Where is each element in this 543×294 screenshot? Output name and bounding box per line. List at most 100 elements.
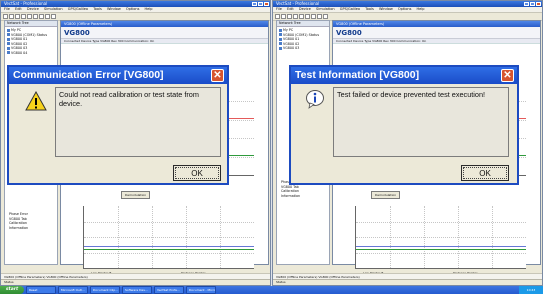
device-icon xyxy=(279,37,282,41)
dialog-message: Could not read calibration or test state… xyxy=(55,87,221,157)
menu-simulation[interactable]: Simulation xyxy=(44,7,63,11)
taskbar-item[interactable]: Microsoft Outl... xyxy=(58,286,88,294)
left-app-titlebar[interactable]: VectSat - Professional xyxy=(1,1,270,7)
lower-tree: Phase Error VG800 Tab Calibration Inform… xyxy=(7,211,30,231)
dialog-title[interactable]: Communication Error [VG800] ✕ xyxy=(9,67,227,84)
right-window-controls xyxy=(524,2,541,6)
new-icon[interactable] xyxy=(275,14,280,19)
menu-help[interactable]: Help xyxy=(417,7,425,11)
save-icon[interactable] xyxy=(287,14,292,19)
network-tree: My PC VG800 (COM1) Status VG800 01 VG800… xyxy=(5,27,57,56)
menu-options[interactable]: Options xyxy=(398,7,412,11)
device-icon xyxy=(7,42,10,45)
menu-options[interactable]: Options xyxy=(126,7,140,11)
minimize-icon[interactable] xyxy=(524,2,529,6)
status-bar: Status xyxy=(1,279,270,285)
close-icon[interactable] xyxy=(264,2,269,6)
save-icon[interactable] xyxy=(15,14,20,19)
maximize-icon[interactable] xyxy=(530,2,535,6)
close-icon[interactable]: ✕ xyxy=(211,69,224,82)
menu-window[interactable]: Window xyxy=(107,7,121,11)
paste-icon[interactable] xyxy=(311,14,316,19)
print-icon[interactable] xyxy=(21,14,26,19)
cut-icon[interactable] xyxy=(27,14,32,19)
close-icon[interactable]: ✕ xyxy=(501,69,514,82)
menu-device[interactable]: Device xyxy=(27,7,39,11)
test-information-dialog: Test Information [VG800] ✕ Test failed o… xyxy=(289,65,519,185)
device-bar: VG800 xyxy=(61,27,268,39)
device-bar: VG800 xyxy=(333,27,540,39)
menu-gps[interactable]: GPS/Galileo xyxy=(68,7,88,11)
cut-icon[interactable] xyxy=(299,14,304,19)
ok-button[interactable]: OK xyxy=(173,165,221,181)
connect-icon[interactable] xyxy=(45,14,50,19)
paste-icon[interactable] xyxy=(39,14,44,19)
new-icon[interactable] xyxy=(3,14,8,19)
system-tray-clock[interactable]: 10:43 xyxy=(519,286,543,294)
taskbar-item[interactable]: Software Dev... xyxy=(122,286,152,294)
info-icon xyxy=(305,89,325,110)
device-icon xyxy=(7,37,10,41)
device-name: VG800 xyxy=(64,28,90,37)
taskbar-item[interactable]: VectSat Profe... xyxy=(154,286,184,294)
demodulation-button[interactable]: Demodulation xyxy=(121,191,151,199)
tree-node[interactable]: Information xyxy=(9,226,28,231)
chart-green-line xyxy=(84,249,254,251)
lower-chart xyxy=(83,206,254,269)
device-icon xyxy=(279,46,282,50)
tree-node[interactable]: VG800 03 xyxy=(279,46,327,51)
lower-chart xyxy=(355,206,526,269)
device-icon xyxy=(279,33,282,36)
status-bar: Status xyxy=(273,279,542,285)
menu-edit[interactable]: Edit xyxy=(15,7,22,11)
computer-icon xyxy=(7,28,10,32)
ok-button[interactable]: OK xyxy=(461,165,509,181)
menu-file[interactable]: File xyxy=(4,7,10,11)
connection-status: Connected Device Type VG800 Rev 300 Comm… xyxy=(61,39,268,44)
dialog-title[interactable]: Test Information [VG800] ✕ xyxy=(291,67,517,84)
tree-node[interactable]: Information xyxy=(281,194,300,199)
menu-file[interactable]: File xyxy=(276,7,282,11)
device-icon xyxy=(7,51,10,54)
maximize-icon[interactable] xyxy=(258,2,263,6)
device-icon xyxy=(7,46,10,50)
menu-tools[interactable]: Tools xyxy=(93,7,102,11)
help-icon[interactable] xyxy=(51,14,56,19)
menu-device[interactable]: Device xyxy=(299,7,311,11)
tree-node[interactable]: Calibration xyxy=(9,221,28,226)
menu-help[interactable]: Help xyxy=(145,7,153,11)
left-app-window: VectSat - Professional File Edit Device … xyxy=(0,0,271,286)
menu-edit[interactable]: Edit xyxy=(287,7,294,11)
open-icon[interactable] xyxy=(281,14,286,19)
menu-simulation[interactable]: Simulation xyxy=(316,7,335,11)
tree-node[interactable]: Phase Error xyxy=(9,212,28,217)
taskbar-item[interactable]: Document Clip... xyxy=(90,286,120,294)
demodulation-button[interactable]: Demodulation xyxy=(371,191,401,199)
tree-node[interactable]: VG800 04 xyxy=(7,51,55,56)
close-icon[interactable] xyxy=(536,2,541,6)
menu-gps[interactable]: GPS/Galileo xyxy=(340,7,360,11)
connect-icon[interactable] xyxy=(317,14,322,19)
menu-tools[interactable]: Tools xyxy=(365,7,374,11)
device-name: VG800 xyxy=(336,28,362,37)
tree-node[interactable]: Calibration xyxy=(281,189,300,194)
chart-green-line xyxy=(356,249,526,251)
right-app-window: VectSat - Professional File Edit Device … xyxy=(272,0,543,286)
print-icon[interactable] xyxy=(293,14,298,19)
minimize-icon[interactable] xyxy=(252,2,257,6)
menu-window[interactable]: Window xyxy=(379,7,393,11)
help-icon[interactable] xyxy=(323,14,328,19)
chart-blue-line xyxy=(356,245,526,247)
open-icon[interactable] xyxy=(9,14,14,19)
copy-icon[interactable] xyxy=(305,14,310,19)
device-icon xyxy=(279,42,282,45)
chart-blue-line xyxy=(84,245,254,247)
network-tree: My PC VG800 (COM1) Status VG800 01 VG800… xyxy=(277,27,329,52)
taskbar-item[interactable]: Document - Micro... xyxy=(186,286,216,294)
connection-status: Connected Device Type VG800 Rev 300 Comm… xyxy=(333,39,540,44)
left-app-title: VectSat - Professional xyxy=(4,1,48,6)
taskbar-item[interactable]: Reset xyxy=(26,286,56,294)
start-button[interactable]: start xyxy=(0,286,24,294)
copy-icon[interactable] xyxy=(33,14,38,19)
right-app-titlebar[interactable]: VectSat - Professional xyxy=(273,1,542,7)
